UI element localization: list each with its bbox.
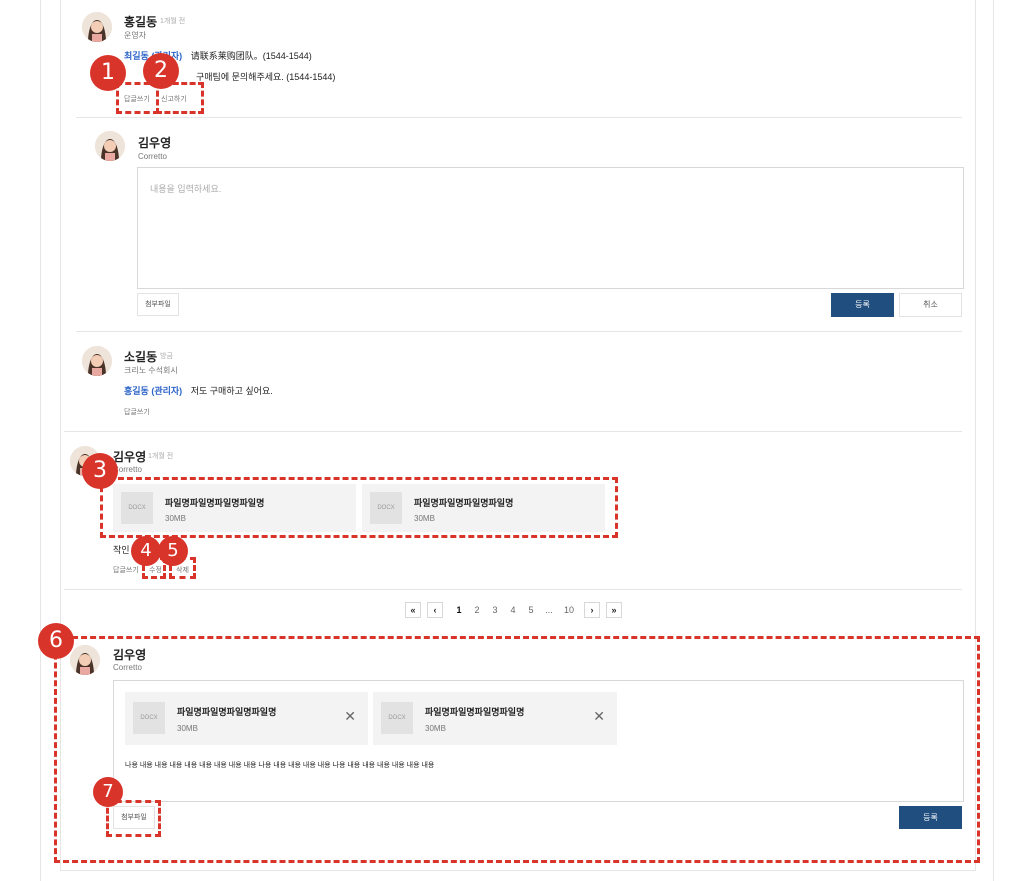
submit-button[interactable]: 등록 [831,293,894,317]
annotation-badge: 1 [90,55,126,91]
comment-text: 请联系莱购团队。(1544-1544) [190,51,312,61]
comment-time: 1개월 전 [148,453,174,460]
page-number[interactable]: 2 [468,605,486,615]
comment-author-name: 홍길동 [124,15,158,29]
divider [76,331,962,332]
prev-page-button[interactable]: ‹ [427,602,443,618]
attach-file-button[interactable]: 첨부파일 [137,293,179,316]
divider [64,431,962,432]
annotation-badge: 2 [143,53,179,89]
editor-author-role: Corretto [138,152,167,161]
page-number[interactable]: 4 [504,605,522,615]
annotation-badge: 3 [82,453,118,489]
comment-text: 작인 [113,545,130,555]
page-number[interactable]: 1 [450,605,468,615]
user-avatar-icon [95,131,125,161]
page-number[interactable]: 3 [486,605,504,615]
page-ellipsis: ... [545,605,553,615]
pagination: « ‹ 1 2 3 4 5 ... 10 › » [405,602,622,618]
comment-text-line-2: 구매팀에 문의해주세요. (1544-1544) [196,72,336,82]
comment-author-name: 김우영 [113,450,147,464]
comment-text: 저도 구매하고 싶어요. [190,386,273,396]
comment-time: 방금 [160,353,173,360]
cancel-button[interactable]: 취소 [899,293,962,317]
avatar [82,346,112,376]
reply-link[interactable]: 답글쓰기 [113,565,139,575]
textarea-placeholder: 내용을 입력하세요. [150,184,222,194]
editor-author-name: 김우영 [138,136,172,150]
page-number[interactable]: 5 [522,605,540,615]
last-page-button[interactable]: » [606,602,622,618]
annotation-badge: 5 [158,536,188,566]
divider [64,589,962,590]
page-number[interactable]: 10 [558,605,580,615]
reply-link[interactable]: 답글쓰기 [124,407,150,417]
avatar [95,131,125,161]
divider [76,117,962,118]
annotation-box [100,477,618,538]
annotation-box [54,636,980,863]
mention-tag[interactable]: 홍길동 (관리자) [124,386,182,396]
first-page-button[interactable]: « [405,602,421,618]
comment-author-role: 운영자 [124,31,147,40]
user-avatar-icon [82,346,112,376]
reply-textarea[interactable]: 내용을 입력하세요. [137,167,964,289]
comment-text-line: 홍길동 (관리자) 저도 구매하고 싶어요. [124,384,273,397]
comment-author-name: 소길동 [124,350,158,364]
annotation-badge: 4 [131,536,161,566]
annotation-badge: 7 [93,777,123,807]
next-page-button[interactable]: › [584,602,600,618]
user-avatar-icon [82,12,112,42]
avatar [82,12,112,42]
annotation-badge: 6 [38,623,74,659]
comment-time: 1개월 전 [160,18,186,25]
comment-author-role: 크리노 수석회시 [124,366,178,375]
